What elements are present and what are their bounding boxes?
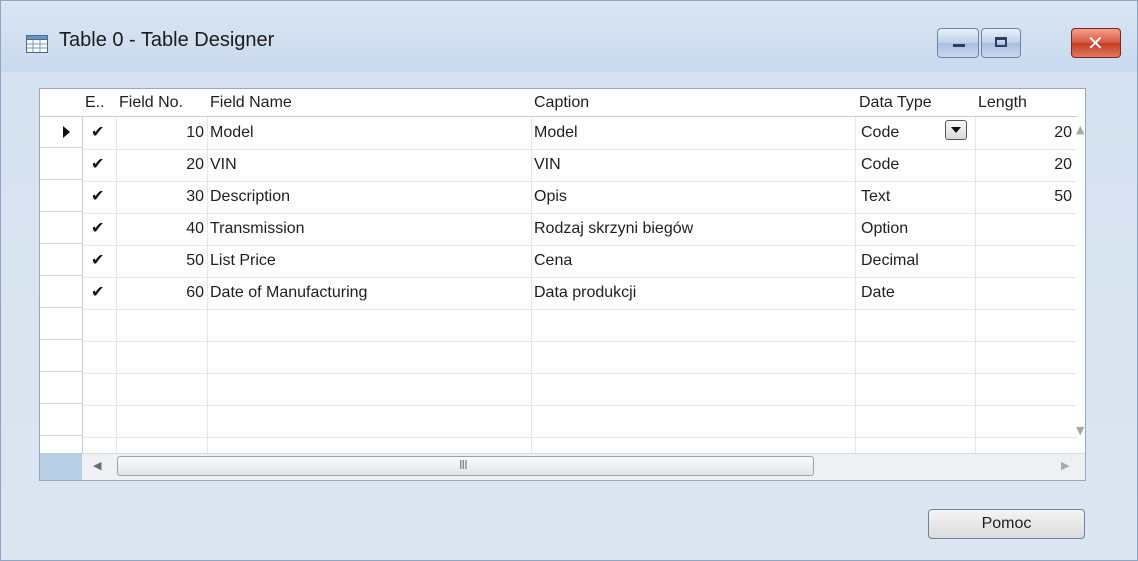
column-header-field-name[interactable]: Field Name xyxy=(210,89,292,116)
field-no-cell[interactable]: 40 xyxy=(117,213,204,245)
data-type-cell[interactable]: Code xyxy=(861,117,899,149)
row-selector[interactable] xyxy=(40,213,82,244)
length-cell[interactable] xyxy=(976,277,1072,309)
field-no-cell[interactable]: 60 xyxy=(117,277,204,309)
row-selector[interactable] xyxy=(40,149,82,180)
enabled-checkmark-icon[interactable]: ✔ xyxy=(91,282,104,301)
field-name-cell[interactable]: Model xyxy=(210,117,254,149)
length-cell[interactable] xyxy=(976,245,1072,277)
length-cell[interactable]: 20 xyxy=(976,149,1072,181)
scrollbar-corner xyxy=(40,453,82,480)
grid-line xyxy=(82,405,1077,406)
data-type-cell[interactable]: Code xyxy=(861,149,899,181)
row-selector[interactable] xyxy=(40,277,82,308)
length-cell[interactable]: 50 xyxy=(976,181,1072,213)
row-selector[interactable] xyxy=(40,181,82,212)
grid-line xyxy=(531,117,532,453)
grid-line xyxy=(82,373,1077,374)
row-selector[interactable] xyxy=(40,309,82,340)
enabled-checkmark-icon[interactable]: ✔ xyxy=(91,122,104,141)
enabled-checkmark-icon[interactable]: ✔ xyxy=(91,218,104,237)
caption-cell[interactable]: Cena xyxy=(534,245,572,277)
data-type-cell[interactable]: Text xyxy=(861,181,890,213)
help-button[interactable]: Pomoc xyxy=(928,509,1085,539)
length-cell[interactable] xyxy=(976,213,1072,245)
grid-line xyxy=(82,309,1077,310)
row-selector[interactable] xyxy=(40,405,82,436)
column-header-field-no[interactable]: Field No. xyxy=(119,89,183,116)
data-type-cell[interactable]: Date xyxy=(861,277,895,309)
row-selector[interactable] xyxy=(40,245,82,276)
enabled-checkmark-icon[interactable]: ✔ xyxy=(91,154,104,173)
field-no-cell[interactable]: 30 xyxy=(117,181,204,213)
window-title: Table 0 - Table Designer xyxy=(59,29,275,51)
grid-line xyxy=(855,117,856,453)
vertical-scrollbar[interactable]: ▲ ▼ xyxy=(1076,117,1085,451)
enabled-checkmark-icon[interactable]: ✔ xyxy=(91,250,104,269)
column-header-enabled[interactable]: E.. xyxy=(85,89,105,116)
field-name-cell[interactable]: Description xyxy=(210,181,290,213)
scroll-right-arrow-icon[interactable]: ▶ xyxy=(1061,459,1069,472)
column-header-length[interactable]: Length xyxy=(978,89,1027,116)
row-selector[interactable] xyxy=(40,117,82,148)
scroll-up-arrow-icon[interactable]: ▲ xyxy=(1076,123,1084,136)
caption-cell[interactable]: Opis xyxy=(534,181,567,213)
grid-line xyxy=(82,341,1077,342)
field-name-cell[interactable]: List Price xyxy=(210,245,276,277)
scroll-grip-icon: III xyxy=(459,458,468,472)
close-button[interactable]: ✕ xyxy=(1071,28,1121,58)
current-row-pointer-icon xyxy=(63,126,70,138)
column-header-caption[interactable]: Caption xyxy=(534,89,589,116)
grid-line xyxy=(82,437,1077,438)
caption-cell[interactable]: Model xyxy=(534,117,578,149)
maximize-button[interactable] xyxy=(981,28,1021,58)
grid-line xyxy=(207,117,208,453)
data-type-dropdown-button[interactable] xyxy=(945,120,967,140)
maximize-icon xyxy=(995,37,1007,47)
data-type-cell[interactable]: Decimal xyxy=(861,245,919,277)
field-name-cell[interactable]: Transmission xyxy=(210,213,305,245)
column-header-data-type[interactable]: Data Type xyxy=(859,89,932,116)
field-name-cell[interactable]: Date of Manufacturing xyxy=(210,277,367,309)
scroll-left-arrow-icon[interactable]: ◀ xyxy=(93,459,101,472)
data-type-cell[interactable]: Option xyxy=(861,213,908,245)
row-selector[interactable] xyxy=(40,341,82,372)
scroll-down-arrow-icon[interactable]: ▼ xyxy=(1076,424,1084,437)
field-no-cell[interactable]: 10 xyxy=(117,117,204,149)
title-bar[interactable]: Table 0 - Table Designer ✕ xyxy=(1,1,1137,71)
minimize-icon xyxy=(953,44,965,47)
row-selector[interactable] xyxy=(40,373,82,404)
minimize-button[interactable] xyxy=(937,28,979,58)
caption-cell[interactable]: Data produkcji xyxy=(534,277,636,309)
field-no-cell[interactable]: 20 xyxy=(117,149,204,181)
enabled-checkmark-icon[interactable]: ✔ xyxy=(91,186,104,205)
caption-cell[interactable]: Rodzaj skrzyni biegów xyxy=(534,213,693,245)
table-icon xyxy=(26,35,48,53)
row-selector[interactable] xyxy=(40,437,82,453)
close-icon: ✕ xyxy=(1087,31,1104,55)
field-no-cell[interactable]: 50 xyxy=(117,245,204,277)
length-cell[interactable]: 20 xyxy=(976,117,1072,149)
caption-cell[interactable]: VIN xyxy=(534,149,561,181)
field-name-cell[interactable]: VIN xyxy=(210,149,237,181)
table-designer-window: Table 0 - Table Designer ✕ E.. Field No.… xyxy=(0,0,1138,561)
